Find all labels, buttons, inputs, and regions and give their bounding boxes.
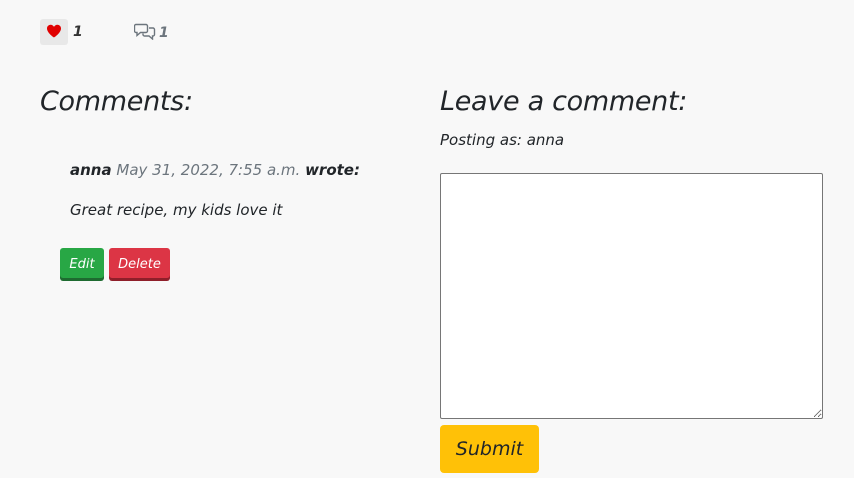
- comment-body: Great recipe, my kids love it: [70, 201, 283, 219]
- edit-comment-button[interactable]: Edit: [60, 248, 104, 280]
- like-button[interactable]: [40, 19, 68, 45]
- comment-textarea[interactable]: [440, 173, 823, 419]
- comments-heading: Comments:: [40, 86, 193, 117]
- posting-as-label: Posting as: anna: [440, 131, 565, 149]
- leave-comment-heading: Leave a comment:: [440, 86, 688, 117]
- comment-count-stat: 1: [133, 22, 169, 44]
- comment-count: 1: [159, 25, 169, 41]
- heart-icon: [46, 23, 62, 42]
- comment-item: anna May 31, 2022, 7:55 a.m. wrote: Grea…: [70, 160, 400, 220]
- comment-author: anna: [70, 161, 112, 179]
- recipe-comments-page: 1 1 Comments: anna May 31, 2022, 7:55 a.…: [0, 0, 854, 478]
- delete-comment-button[interactable]: Delete: [109, 248, 170, 280]
- submit-button[interactable]: Submit: [440, 425, 539, 473]
- comment-date: May 31, 2022, 7:55 a.m.: [116, 161, 301, 179]
- comments-icon: [133, 22, 156, 44]
- post-stats: 1 1: [40, 18, 169, 46]
- comment-meta: anna May 31, 2022, 7:55 a.m. wrote:: [70, 160, 400, 180]
- comment-actions: Edit Delete: [60, 248, 170, 280]
- comment-wrote-label: wrote:: [305, 161, 360, 179]
- like-count: 1: [73, 24, 83, 40]
